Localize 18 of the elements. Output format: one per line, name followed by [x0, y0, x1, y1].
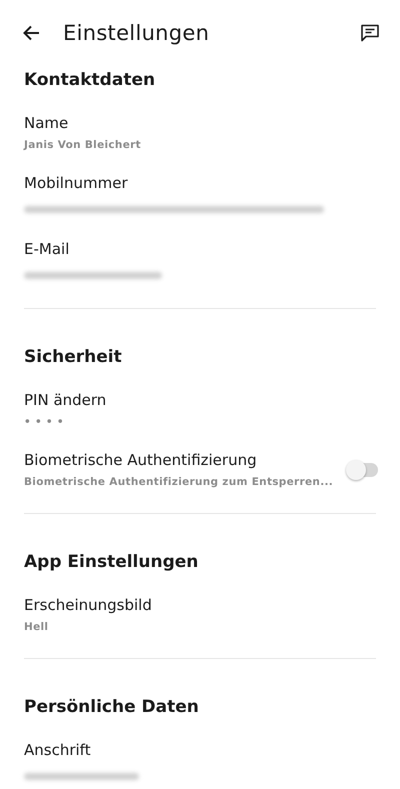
chat-icon[interactable]	[360, 22, 380, 42]
setting-label[interactable]: Name	[24, 112, 376, 134]
page-title: Einstellungen	[63, 20, 210, 44]
setting-label[interactable]: Mobilnummer	[24, 172, 376, 194]
section-heading: App Einstellungen	[24, 551, 200, 574]
setting-label[interactable]: PIN ändern	[24, 389, 376, 411]
section-heading: Persönliche Daten	[24, 696, 200, 719]
setting-value: Hell	[24, 620, 50, 635]
setting-label[interactable]: Anschrift	[24, 739, 376, 761]
toggle-switch[interactable]	[348, 462, 378, 476]
setting-label[interactable]: E-Mail	[24, 238, 376, 260]
setting-value: Biometrische Authentifizierung zum Entsperren...	[24, 475, 334, 490]
setting-label[interactable]: Erscheinungsbild	[24, 594, 376, 616]
section-heading: Kontaktdaten	[24, 69, 156, 92]
setting-value: Janis Von Bleichert	[24, 138, 142, 153]
setting-value: • • • •	[24, 415, 65, 430]
setting-label[interactable]: Biometrische Authentifizierung	[24, 449, 340, 471]
section-heading: Sicherheit	[24, 346, 123, 369]
